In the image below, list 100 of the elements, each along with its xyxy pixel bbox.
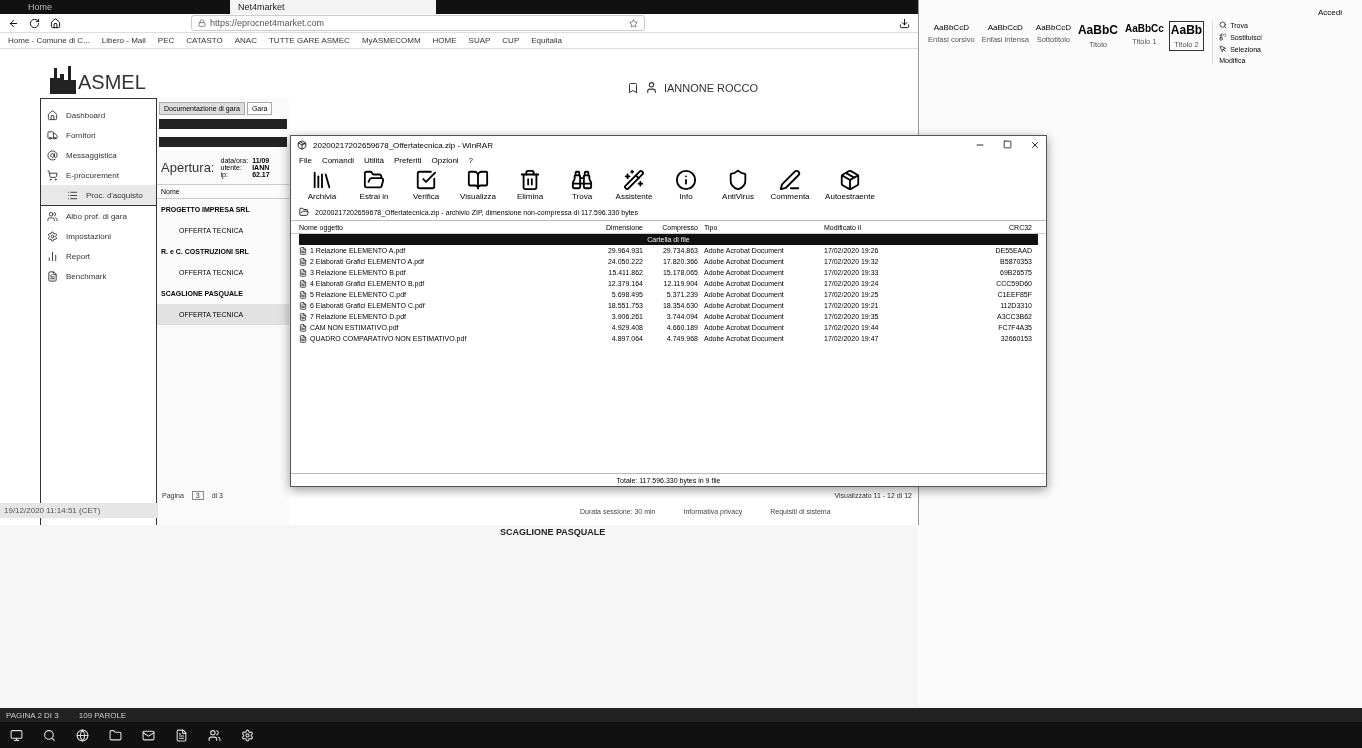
menu-item[interactable]: ? bbox=[468, 155, 474, 165]
pdf-icon bbox=[299, 301, 307, 310]
taskbar-icon[interactable] bbox=[142, 728, 155, 742]
taskbar-icon[interactable] bbox=[76, 728, 89, 742]
logo-text: ASMEL bbox=[78, 71, 146, 94]
package-icon bbox=[839, 169, 861, 191]
pdf-icon bbox=[299, 290, 307, 299]
bookmark-link[interactable]: SUAP bbox=[468, 36, 491, 45]
pdf-icon bbox=[299, 323, 307, 332]
pdf-icon bbox=[299, 268, 307, 277]
taskbar-icon[interactable] bbox=[208, 728, 221, 742]
toolbar-button[interactable]: Elimina bbox=[507, 169, 553, 201]
reload-icon[interactable] bbox=[29, 17, 40, 29]
bookmark-link[interactable]: Home - Comune di C... bbox=[8, 36, 90, 45]
menu-item[interactable]: Proc. d'acquisto bbox=[41, 185, 156, 206]
bookmark-link[interactable]: ANAC bbox=[234, 36, 257, 45]
status-text: PAGINA 2 DI 3 bbox=[6, 710, 59, 720]
account-link[interactable]: Accedi bbox=[1298, 0, 1362, 17]
home-icon[interactable] bbox=[50, 17, 61, 29]
pdf-icon bbox=[299, 279, 307, 288]
toolbar-button[interactable]: Info bbox=[663, 169, 709, 201]
search-icon bbox=[1219, 21, 1228, 29]
archive-icon bbox=[297, 140, 307, 150]
pen-icon bbox=[779, 169, 801, 191]
pdf-icon bbox=[299, 312, 307, 321]
settings-icon bbox=[47, 230, 58, 242]
user-name: IANNONE ROCCO bbox=[663, 81, 758, 94]
menu-item[interactable]: Opzioni bbox=[431, 155, 459, 165]
shield-icon bbox=[727, 169, 749, 191]
maximize-icon[interactable] bbox=[1003, 140, 1012, 149]
menu-item[interactable]: Messaggistica bbox=[41, 145, 156, 165]
menu-item[interactable]: Report bbox=[41, 246, 156, 266]
menu-item[interactable]: Dashboard bbox=[41, 105, 156, 125]
taskbar-icon[interactable] bbox=[10, 728, 23, 742]
user-icon bbox=[644, 81, 658, 94]
timestamp: 19/12/2020 11:14:51 (CET) bbox=[0, 503, 158, 518]
taskbar-icon[interactable] bbox=[241, 728, 254, 742]
taskbar-icon[interactable] bbox=[43, 728, 56, 742]
bookmark-link[interactable]: HOME bbox=[432, 36, 457, 45]
bookmark-link[interactable]: CATASTO bbox=[186, 36, 223, 45]
trash-icon bbox=[519, 169, 541, 191]
books-icon bbox=[311, 169, 333, 191]
window-title: 20200217202659678_Offertatecnica.zip - WinRAR bbox=[313, 140, 493, 150]
checkbox-icon bbox=[415, 169, 437, 191]
taskbar-icon[interactable] bbox=[109, 728, 122, 742]
lock-icon bbox=[198, 19, 206, 27]
cart-icon bbox=[47, 169, 58, 181]
menu-item[interactable]: Fornitori bbox=[41, 125, 156, 145]
close-icon[interactable] bbox=[1030, 140, 1040, 150]
toolbar-button[interactable]: Trova bbox=[559, 169, 605, 201]
users-icon bbox=[47, 210, 58, 222]
bar-chart-icon bbox=[47, 250, 58, 262]
address-field[interactable]: https://eprocnet4market.com bbox=[191, 15, 645, 31]
opening-title: Apertura: bbox=[161, 160, 215, 175]
toolbar-button[interactable]: Assistente bbox=[611, 169, 657, 201]
pointer-icon bbox=[1219, 45, 1228, 53]
pdf-icon bbox=[299, 257, 307, 266]
toolbar-button[interactable]: Commenta bbox=[767, 169, 813, 201]
back-icon[interactable] bbox=[8, 17, 19, 29]
download-icon[interactable] bbox=[899, 17, 910, 29]
menu-item[interactable]: Comandi bbox=[321, 155, 354, 165]
bookmark-icon[interactable] bbox=[626, 81, 639, 94]
menu-item[interactable]: Impostazioni bbox=[41, 226, 156, 246]
menu-item[interactable]: File bbox=[299, 155, 312, 165]
bookmark-link[interactable]: TUTTE GARE ASMEC bbox=[268, 36, 350, 45]
bookmark-link[interactable]: MyASMECOMM bbox=[361, 36, 421, 45]
info-icon bbox=[675, 169, 697, 191]
at-sign-icon bbox=[47, 149, 58, 161]
status-text: 109 PAROLE bbox=[78, 710, 127, 720]
menu-item[interactable]: Utilità bbox=[363, 155, 384, 165]
binoculars-icon bbox=[571, 169, 593, 191]
toolbar-button[interactable]: Archivia bbox=[299, 169, 345, 201]
browser-tab[interactable]: Net4market bbox=[230, 0, 436, 14]
truck-icon bbox=[47, 129, 58, 141]
bookmark-link[interactable]: CUP bbox=[502, 36, 520, 45]
document-icon bbox=[47, 270, 58, 282]
menu-item[interactable]: Benchmark bbox=[41, 266, 156, 286]
folder-up-icon[interactable] bbox=[299, 207, 309, 217]
star-icon[interactable] bbox=[629, 18, 638, 28]
toolbar-button[interactable]: Estrai in bbox=[351, 169, 397, 201]
menu-item[interactable]: Albo prof. di gara bbox=[41, 206, 156, 226]
pdf-icon bbox=[299, 334, 307, 343]
pdf-icon bbox=[299, 246, 307, 255]
taskbar-icon[interactable] bbox=[175, 728, 188, 742]
toolbar-button[interactable]: Verifica bbox=[403, 169, 449, 201]
menu-item[interactable]: Preferiti bbox=[393, 155, 422, 165]
folder-icon bbox=[363, 169, 385, 191]
list-icon bbox=[67, 189, 78, 201]
toolbar-button[interactable]: AntiVirus bbox=[715, 169, 761, 201]
browser-tab[interactable]: Home bbox=[20, 0, 226, 14]
bookmark-link[interactable]: PEC bbox=[157, 36, 175, 45]
bookmark-link[interactable]: Libero - Mail bbox=[101, 36, 146, 45]
wand-icon bbox=[623, 169, 645, 191]
bookmark-link[interactable]: Equitalia bbox=[531, 36, 562, 45]
toolbar-button[interactable]: Autoestraente bbox=[819, 169, 881, 201]
book-icon bbox=[467, 169, 489, 191]
company-name: SCAGLIONE PASQUALE bbox=[500, 527, 606, 537]
toolbar-button[interactable]: Visualizza bbox=[455, 169, 501, 201]
menu-item[interactable]: E-procurement bbox=[41, 165, 156, 185]
home-icon bbox=[47, 109, 58, 121]
